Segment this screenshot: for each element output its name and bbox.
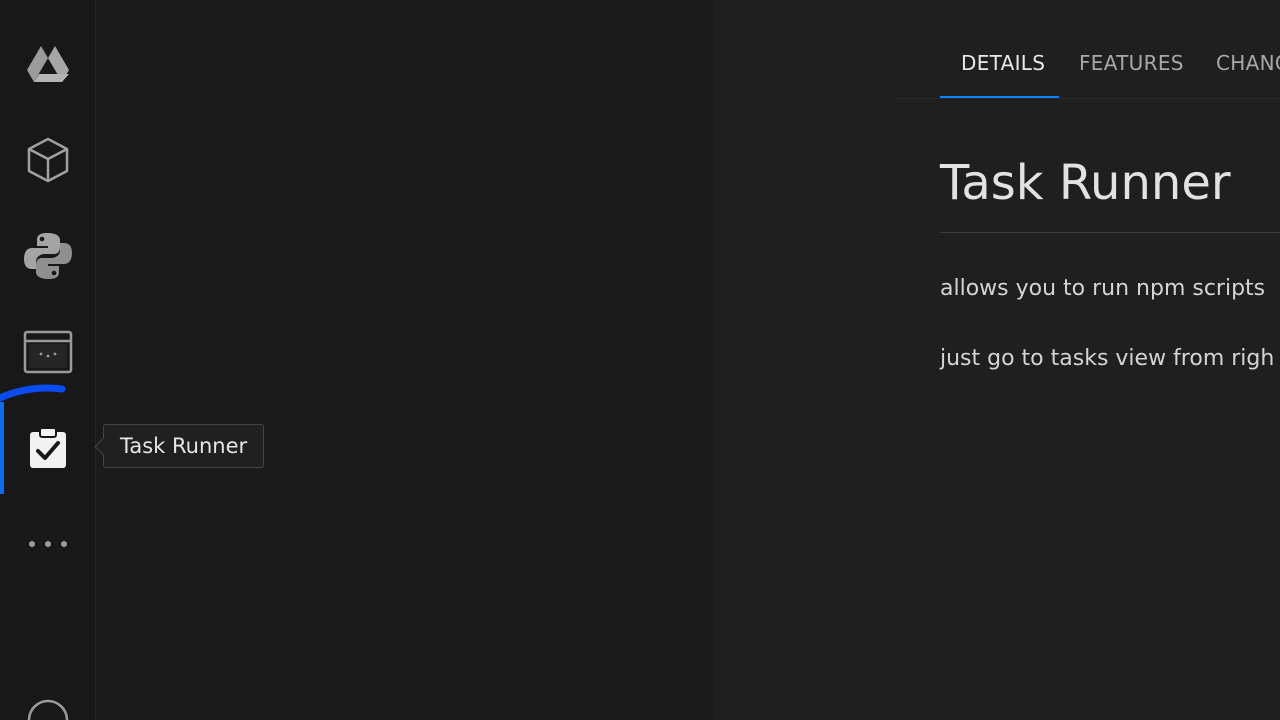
extension-title: Task Runner — [940, 155, 1231, 211]
sidebar-panel — [96, 0, 715, 720]
account-icon[interactable] — [0, 696, 95, 720]
python-icon[interactable] — [0, 224, 95, 288]
extension-details-editor: DETAILS FEATURES CHANG Task Runner allow… — [715, 0, 1280, 720]
tab-changelog[interactable]: CHANG — [1216, 0, 1280, 98]
more-icon[interactable] — [0, 512, 95, 576]
title-divider — [940, 232, 1280, 233]
annotation-stroke — [0, 384, 66, 402]
description-paragraph-1: allows you to run npm scripts — [940, 276, 1266, 301]
clipboard-check-icon[interactable] — [0, 416, 95, 480]
active-tab-underline — [940, 96, 1059, 98]
remote-window-icon[interactable] — [0, 320, 95, 384]
tooltip-text: Task Runner — [120, 434, 248, 458]
tab-details[interactable]: DETAILS — [961, 0, 1045, 98]
google-drive-icon[interactable] — [0, 32, 95, 96]
details-tabs: DETAILS FEATURES CHANG — [895, 0, 1280, 99]
cube-icon[interactable] — [0, 128, 95, 192]
activity-bar — [0, 0, 96, 720]
tab-features[interactable]: FEATURES — [1079, 0, 1184, 98]
description-paragraph-2: just go to tasks view from righ — [940, 346, 1275, 371]
active-item-indicator — [0, 402, 4, 494]
tooltip: Task Runner — [94, 424, 265, 468]
